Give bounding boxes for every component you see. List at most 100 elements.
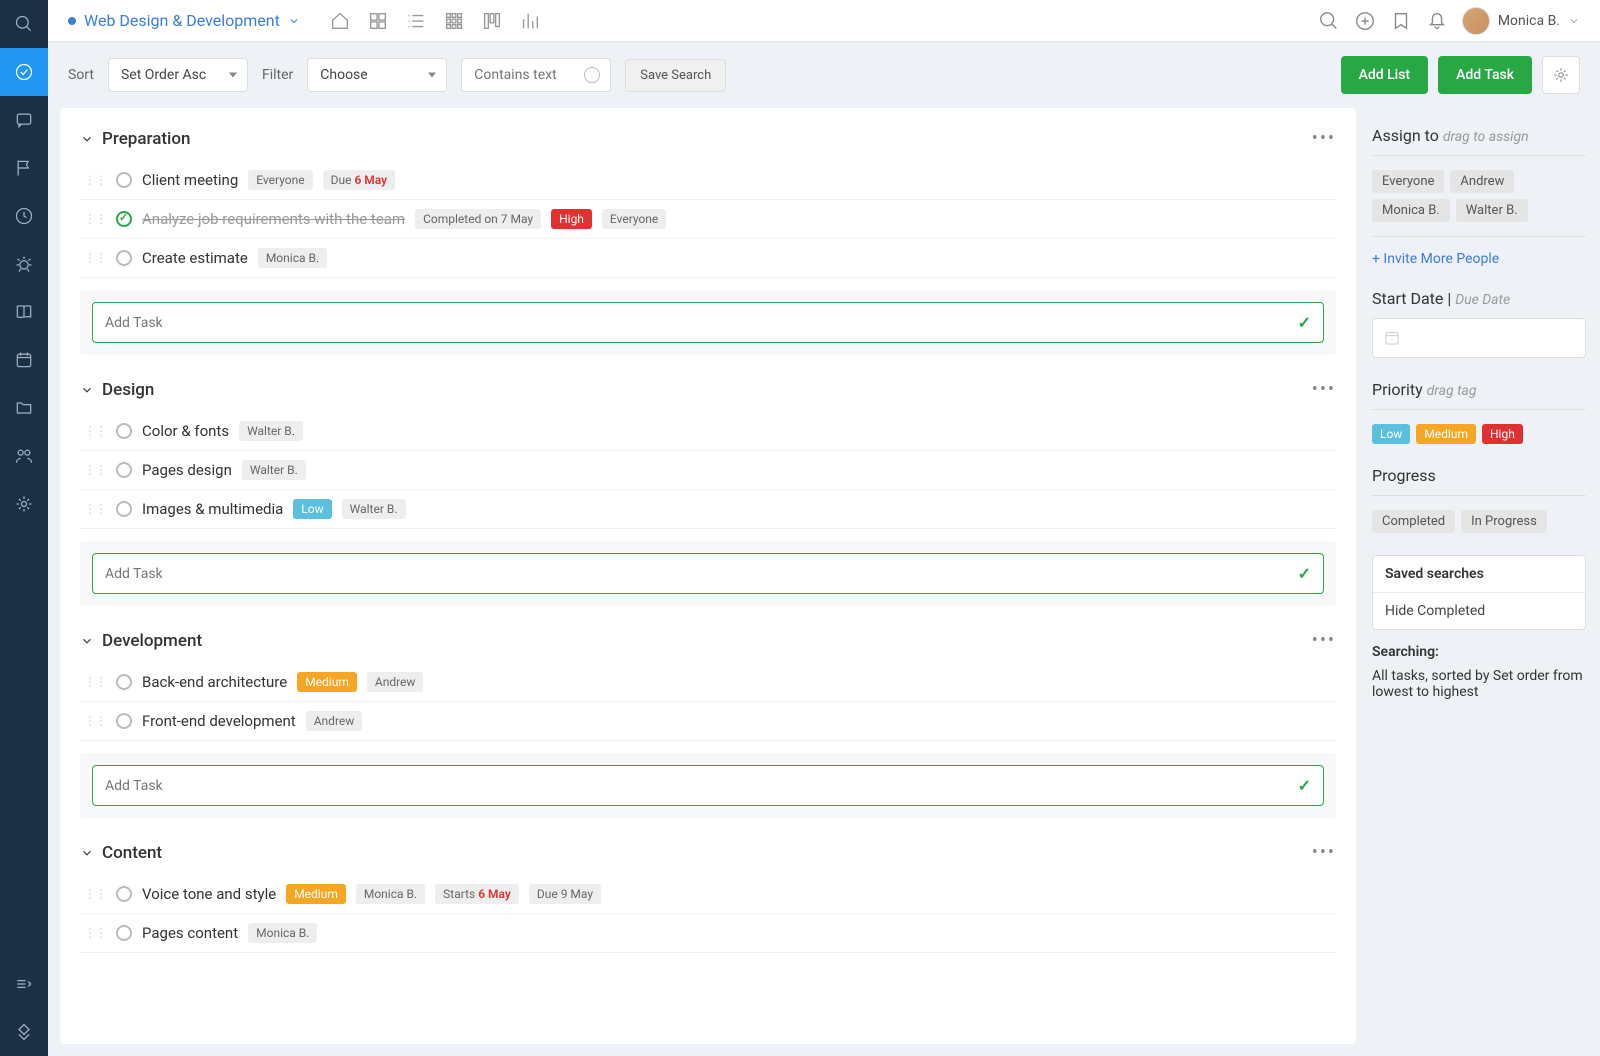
nav-brand[interactable]: [0, 1008, 48, 1056]
task-tag[interactable]: Andrew: [306, 711, 363, 731]
add-task-input[interactable]: [105, 566, 1298, 582]
priority-tag[interactable]: Low: [1372, 424, 1410, 444]
task-row[interactable]: ⋮⋮Create estimateMonica B.: [80, 239, 1336, 278]
list-menu[interactable]: •••: [1312, 842, 1336, 863]
drag-handle[interactable]: ⋮⋮: [84, 212, 106, 226]
nav-book[interactable]: [0, 288, 48, 336]
drag-handle[interactable]: ⋮⋮: [84, 926, 106, 940]
priority-tag[interactable]: Medium: [1416, 424, 1476, 444]
list-header[interactable]: Preparation•••: [80, 108, 1336, 161]
assignee-tag[interactable]: Monica B.: [1372, 199, 1450, 222]
task-row[interactable]: ⋮⋮Pages designWalter B.: [80, 451, 1336, 490]
task-check[interactable]: [116, 674, 132, 690]
task-check[interactable]: [116, 713, 132, 729]
task-tag[interactable]: Andrew: [367, 672, 424, 692]
task-row[interactable]: ⋮⋮Color & fontsWalter B.: [80, 412, 1336, 451]
task-tag[interactable]: Everyone: [248, 170, 312, 190]
assignee-tag[interactable]: Andrew: [1450, 170, 1514, 193]
task-tag[interactable]: High: [551, 209, 592, 229]
task-row[interactable]: ⋮⋮Back-end architectureMediumAndrew: [80, 663, 1336, 702]
task-row[interactable]: ⋮⋮Analyze job requirements with the team…: [80, 200, 1336, 239]
task-tag[interactable]: Walter B.: [239, 421, 303, 441]
task-check[interactable]: [116, 925, 132, 941]
task-tag[interactable]: Monica B.: [248, 923, 317, 943]
save-search-button[interactable]: Save Search: [625, 59, 726, 92]
view-grid[interactable]: [366, 9, 390, 33]
task-tag[interactable]: Due 9 May: [529, 884, 601, 904]
nav-files[interactable]: [0, 384, 48, 432]
nav-bug[interactable]: [0, 240, 48, 288]
drag-handle[interactable]: ⋮⋮: [84, 675, 106, 689]
add-task-button[interactable]: Add Task: [1438, 56, 1532, 94]
task-row[interactable]: ⋮⋮Images & multimediaLowWalter B.: [80, 490, 1336, 529]
add-task-input-wrap[interactable]: ✓: [92, 553, 1324, 594]
drag-handle[interactable]: ⋮⋮: [84, 251, 106, 265]
view-board[interactable]: [480, 9, 504, 33]
date-picker[interactable]: [1372, 318, 1586, 358]
drag-handle[interactable]: ⋮⋮: [84, 173, 106, 187]
task-tag[interactable]: Everyone: [602, 209, 666, 229]
task-check[interactable]: [116, 462, 132, 478]
list-header[interactable]: Development•••: [80, 610, 1336, 663]
task-check[interactable]: [116, 211, 132, 227]
filter-select[interactable]: Choose: [307, 58, 447, 92]
add-task-input[interactable]: [105, 315, 1298, 331]
user-menu[interactable]: Monica B.: [1462, 7, 1580, 35]
add-list-button[interactable]: Add List: [1341, 56, 1429, 94]
drag-handle[interactable]: ⋮⋮: [84, 463, 106, 477]
task-check[interactable]: [116, 501, 132, 517]
sort-select[interactable]: Set Order Asc: [108, 58, 248, 92]
task-tag[interactable]: Medium: [297, 672, 357, 692]
task-check[interactable]: [116, 423, 132, 439]
invite-link[interactable]: + Invite More People: [1372, 251, 1586, 267]
nav-tasks[interactable]: [0, 48, 48, 96]
task-check[interactable]: [116, 886, 132, 902]
add-task-confirm[interactable]: ✓: [1298, 564, 1311, 583]
drag-handle[interactable]: ⋮⋮: [84, 502, 106, 516]
view-list[interactable]: [404, 9, 428, 33]
list-header[interactable]: Content•••: [80, 822, 1336, 875]
task-row[interactable]: ⋮⋮Voice tone and styleMediumMonica B.Sta…: [80, 875, 1336, 914]
add-task-input[interactable]: [105, 778, 1298, 794]
task-tag[interactable]: Monica B.: [356, 884, 425, 904]
search-input[interactable]: [474, 67, 578, 83]
task-tag[interactable]: Low: [293, 499, 331, 519]
nav-search[interactable]: [0, 0, 48, 48]
task-row[interactable]: ⋮⋮Pages contentMonica B.: [80, 914, 1336, 953]
list-menu[interactable]: •••: [1312, 379, 1336, 400]
nav-time[interactable]: [0, 192, 48, 240]
nav-settings[interactable]: [0, 480, 48, 528]
list-menu[interactable]: •••: [1312, 630, 1336, 651]
task-tag[interactable]: Medium: [286, 884, 346, 904]
add-task-confirm[interactable]: ✓: [1298, 776, 1311, 795]
saved-search-item[interactable]: Hide Completed: [1373, 593, 1585, 629]
task-row[interactable]: ⋮⋮Client meetingEveryoneDue 6 May: [80, 161, 1336, 200]
add-task-input-wrap[interactable]: ✓: [92, 302, 1324, 343]
task-tag[interactable]: Monica B.: [258, 248, 327, 268]
add-task-confirm[interactable]: ✓: [1298, 313, 1311, 332]
search-box[interactable]: [461, 58, 611, 92]
search-icon[interactable]: [1318, 10, 1340, 32]
task-check[interactable]: [116, 172, 132, 188]
task-tag[interactable]: Walter B.: [242, 460, 306, 480]
assignee-tag[interactable]: Everyone: [1372, 170, 1444, 193]
task-tag[interactable]: Starts 6 May: [435, 884, 519, 904]
settings-button[interactable]: [1542, 56, 1580, 94]
list-menu[interactable]: •••: [1312, 128, 1336, 149]
task-tag[interactable]: Due 6 May: [323, 170, 396, 190]
add-task-input-wrap[interactable]: ✓: [92, 765, 1324, 806]
assignee-tag[interactable]: Walter B.: [1456, 199, 1528, 222]
nav-people[interactable]: [0, 432, 48, 480]
task-tag[interactable]: Completed on 7 May: [415, 209, 541, 229]
drag-handle[interactable]: ⋮⋮: [84, 424, 106, 438]
bell-icon[interactable]: [1426, 10, 1448, 32]
progress-tag[interactable]: Completed: [1372, 510, 1455, 533]
add-icon[interactable]: [1354, 10, 1376, 32]
task-tag[interactable]: Walter B.: [342, 499, 406, 519]
view-chart[interactable]: [518, 9, 542, 33]
drag-handle[interactable]: ⋮⋮: [84, 887, 106, 901]
drag-handle[interactable]: ⋮⋮: [84, 714, 106, 728]
task-check[interactable]: [116, 250, 132, 266]
view-home[interactable]: [328, 9, 352, 33]
priority-tag[interactable]: High: [1482, 424, 1523, 444]
